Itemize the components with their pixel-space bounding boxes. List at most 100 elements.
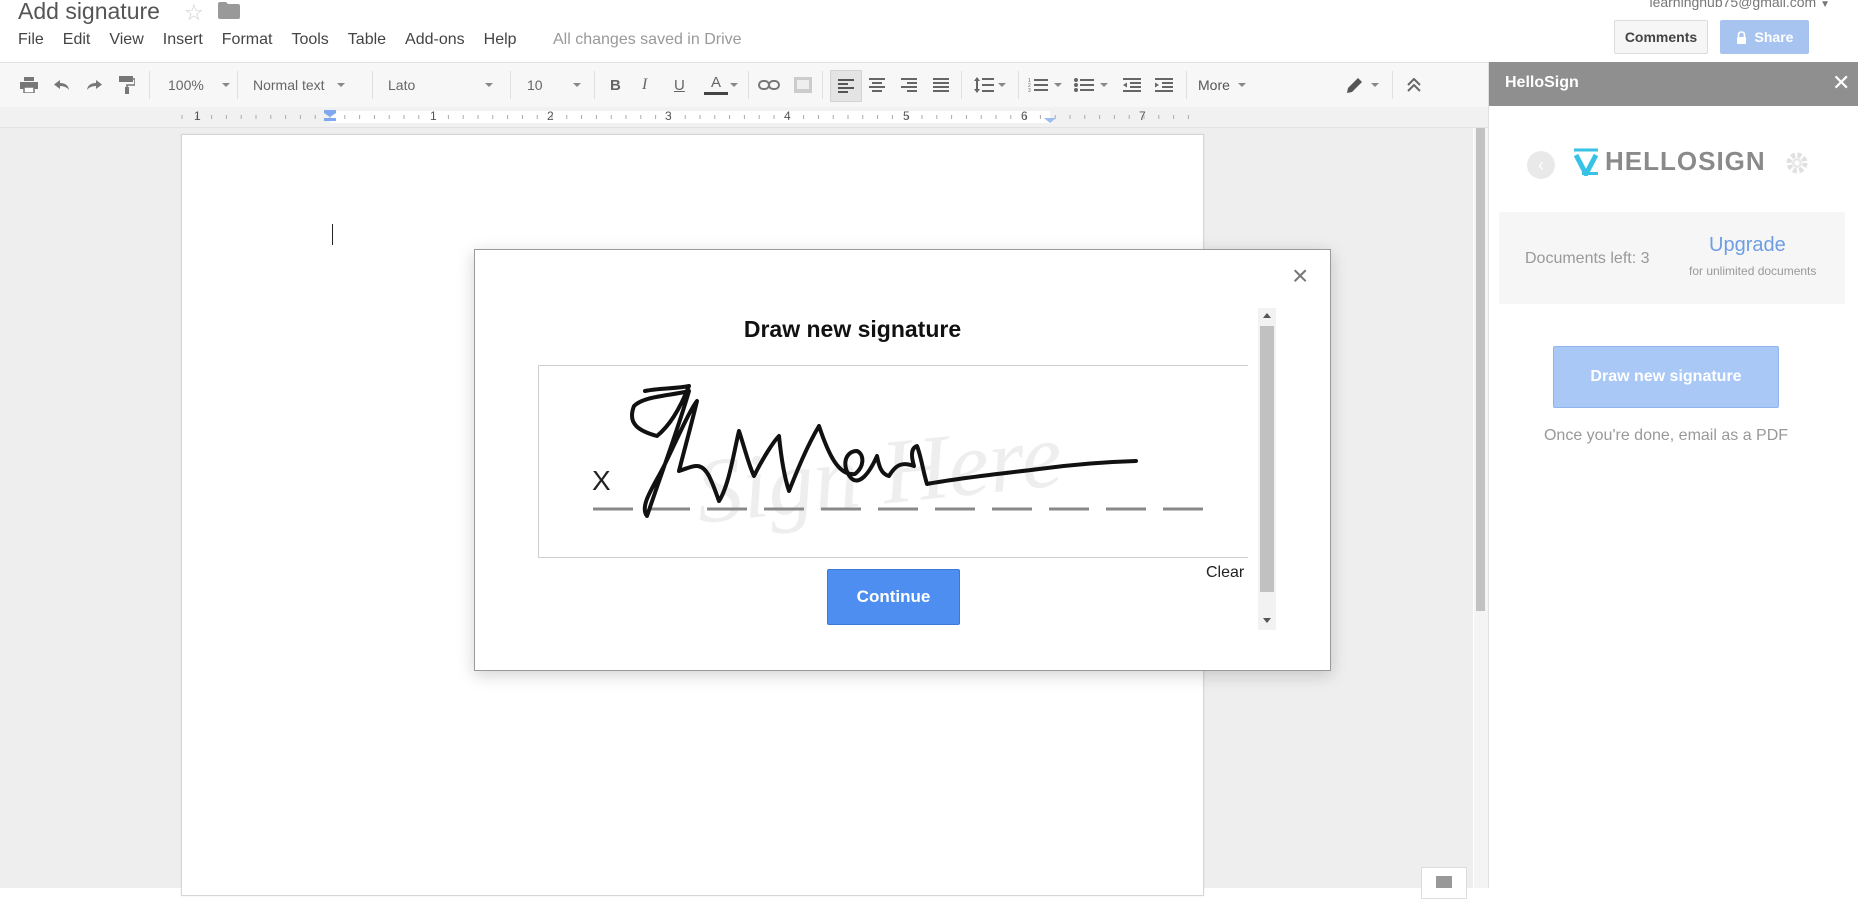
font-select[interactable]: Lato [388, 63, 494, 107]
close-sidebar-button[interactable]: ✕ [1832, 70, 1850, 96]
redo-icon[interactable] [85, 63, 103, 107]
numbered-list-icon: 123 [1028, 78, 1048, 93]
decrease-indent-button[interactable] [1123, 63, 1141, 107]
justify-icon [933, 78, 949, 92]
ruler-label: 6 [1021, 109, 1028, 123]
gear-icon[interactable] [1785, 151, 1809, 175]
upgrade-subtext: for unlimited documents [1689, 264, 1817, 278]
align-right-button[interactable] [901, 63, 917, 107]
toolbar-divider [594, 71, 595, 99]
document-title[interactable]: Add signature [18, 0, 160, 25]
text-color-dropdown[interactable] [728, 63, 738, 107]
upgrade-link[interactable]: Upgrade [1709, 234, 1786, 257]
hellosign-logo-text: HELLOSIGN [1605, 146, 1766, 176]
documents-left-panel: Documents left: 3 Upgrade for unlimited … [1499, 212, 1845, 304]
paint-format-icon[interactable] [119, 63, 135, 107]
lock-icon [1736, 30, 1746, 44]
toolbar-divider [237, 71, 238, 99]
ruler-label: 5 [903, 109, 910, 123]
text-cursor [332, 224, 333, 245]
paragraph-style-select[interactable]: Normal text [253, 63, 345, 107]
menu-table[interactable]: Table [348, 31, 386, 49]
toolbar-divider [149, 71, 150, 99]
pencil-icon [1347, 78, 1362, 93]
clear-signature-link[interactable]: Clear [1206, 564, 1244, 582]
folder-icon[interactable] [218, 2, 240, 19]
font-value: Lato [388, 77, 416, 93]
menu-insert[interactable]: Insert [163, 31, 203, 49]
dialog-scrollbar-thumb[interactable] [1260, 326, 1274, 592]
hellosign-header-title: HelloSign [1505, 74, 1579, 91]
hellosign-logo: HELLOSIGN [1573, 146, 1766, 177]
text-color-swatch [704, 91, 728, 95]
scroll-down-arrow-icon[interactable] [1263, 618, 1271, 623]
text-color-button[interactable]: A [704, 63, 728, 107]
print-icon[interactable] [20, 63, 38, 107]
save-status[interactable]: All changes saved in Drive [553, 31, 742, 49]
ruler-label: 3 [665, 109, 672, 123]
hellosign-sidebar: HelloSign ✕ ‹ HELLOSIGN Documents left: … [1488, 62, 1858, 888]
menu-file[interactable]: File [18, 31, 44, 49]
continue-button[interactable]: Continue [827, 569, 960, 625]
share-label: Share [1754, 29, 1794, 45]
documents-left-label: Documents left: [1525, 250, 1641, 267]
ruler-label: 1 [194, 109, 201, 123]
font-size-select[interactable]: 10 [527, 63, 581, 107]
bold-button[interactable]: B [610, 63, 621, 107]
line-spacing-icon [974, 77, 994, 93]
italic-button[interactable]: I [642, 63, 647, 107]
align-right-icon [901, 78, 917, 92]
justify-button[interactable] [933, 63, 949, 107]
more-label: More [1198, 77, 1230, 93]
increase-indent-button[interactable] [1155, 63, 1173, 107]
signature-x-mark: X [592, 465, 611, 496]
link-icon[interactable] [758, 63, 780, 107]
account-email[interactable]: learninghub75@gmail.com ▼ [1649, 0, 1830, 10]
menu-format[interactable]: Format [222, 31, 273, 49]
line-spacing-button[interactable] [974, 63, 1006, 107]
menu-add-ons[interactable]: Add-ons [405, 31, 465, 49]
font-size-value: 10 [527, 77, 543, 93]
explore-button[interactable] [1421, 867, 1467, 899]
toolbar-divider [748, 71, 749, 99]
dialog-close-button[interactable]: × [1292, 262, 1308, 290]
back-icon[interactable]: ‹ [1527, 151, 1555, 179]
share-button[interactable]: Share [1720, 20, 1809, 54]
menu-view[interactable]: View [109, 31, 143, 49]
editing-mode-button[interactable] [1347, 63, 1379, 107]
toolbar-divider [1186, 71, 1187, 99]
align-center-icon [869, 78, 885, 92]
paragraph-style-value: Normal text [253, 77, 325, 93]
undo-icon[interactable] [53, 63, 71, 107]
dialog-title: Draw new signature [743, 316, 962, 342]
menu-tools[interactable]: Tools [291, 31, 328, 49]
comment-icon[interactable] [794, 63, 812, 107]
draw-signature-dialog: × Draw new signature Sign Here X Clear C… [474, 249, 1331, 671]
menu-edit[interactable]: Edit [63, 31, 91, 49]
comments-button[interactable]: Comments [1614, 20, 1708, 54]
align-left-icon [838, 79, 854, 93]
hellosign-header: HelloSign ✕ [1489, 62, 1858, 106]
scroll-up-arrow-icon[interactable] [1263, 313, 1271, 318]
more-button[interactable]: More [1198, 63, 1246, 107]
star-icon[interactable]: ☆ [184, 0, 204, 26]
zoom-select[interactable]: 100% [168, 63, 230, 107]
underline-button[interactable]: U [674, 63, 685, 107]
horizontal-ruler: 1 1 2 3 4 5 6 7 [0, 107, 1488, 128]
ruler-label: 1 [430, 109, 437, 123]
numbered-list-button[interactable]: 123 [1028, 63, 1062, 107]
signature-canvas[interactable]: Sign Here X [538, 365, 1248, 558]
top-bar: Add signature ☆ learninghub75@gmail.com … [0, 0, 1858, 62]
documents-left-count: 3 [1640, 250, 1650, 267]
svg-text:3: 3 [1028, 88, 1031, 93]
collapse-toolbar-button[interactable] [1407, 63, 1421, 107]
documents-left-text: Documents left: 3 [1525, 250, 1650, 268]
align-center-button[interactable] [869, 63, 885, 107]
align-left-button[interactable] [830, 70, 862, 102]
formatting-toolbar: 100% Normal text Lato 10 B I U A 1 2 3 M… [0, 62, 1488, 108]
draw-new-signature-button[interactable]: Draw new signature [1553, 346, 1779, 408]
menu-help[interactable]: Help [484, 31, 517, 49]
bulleted-list-button[interactable] [1074, 63, 1108, 107]
dialog-scrollbar[interactable] [1258, 308, 1276, 630]
document-scrollbar-thumb[interactable] [1476, 128, 1485, 611]
